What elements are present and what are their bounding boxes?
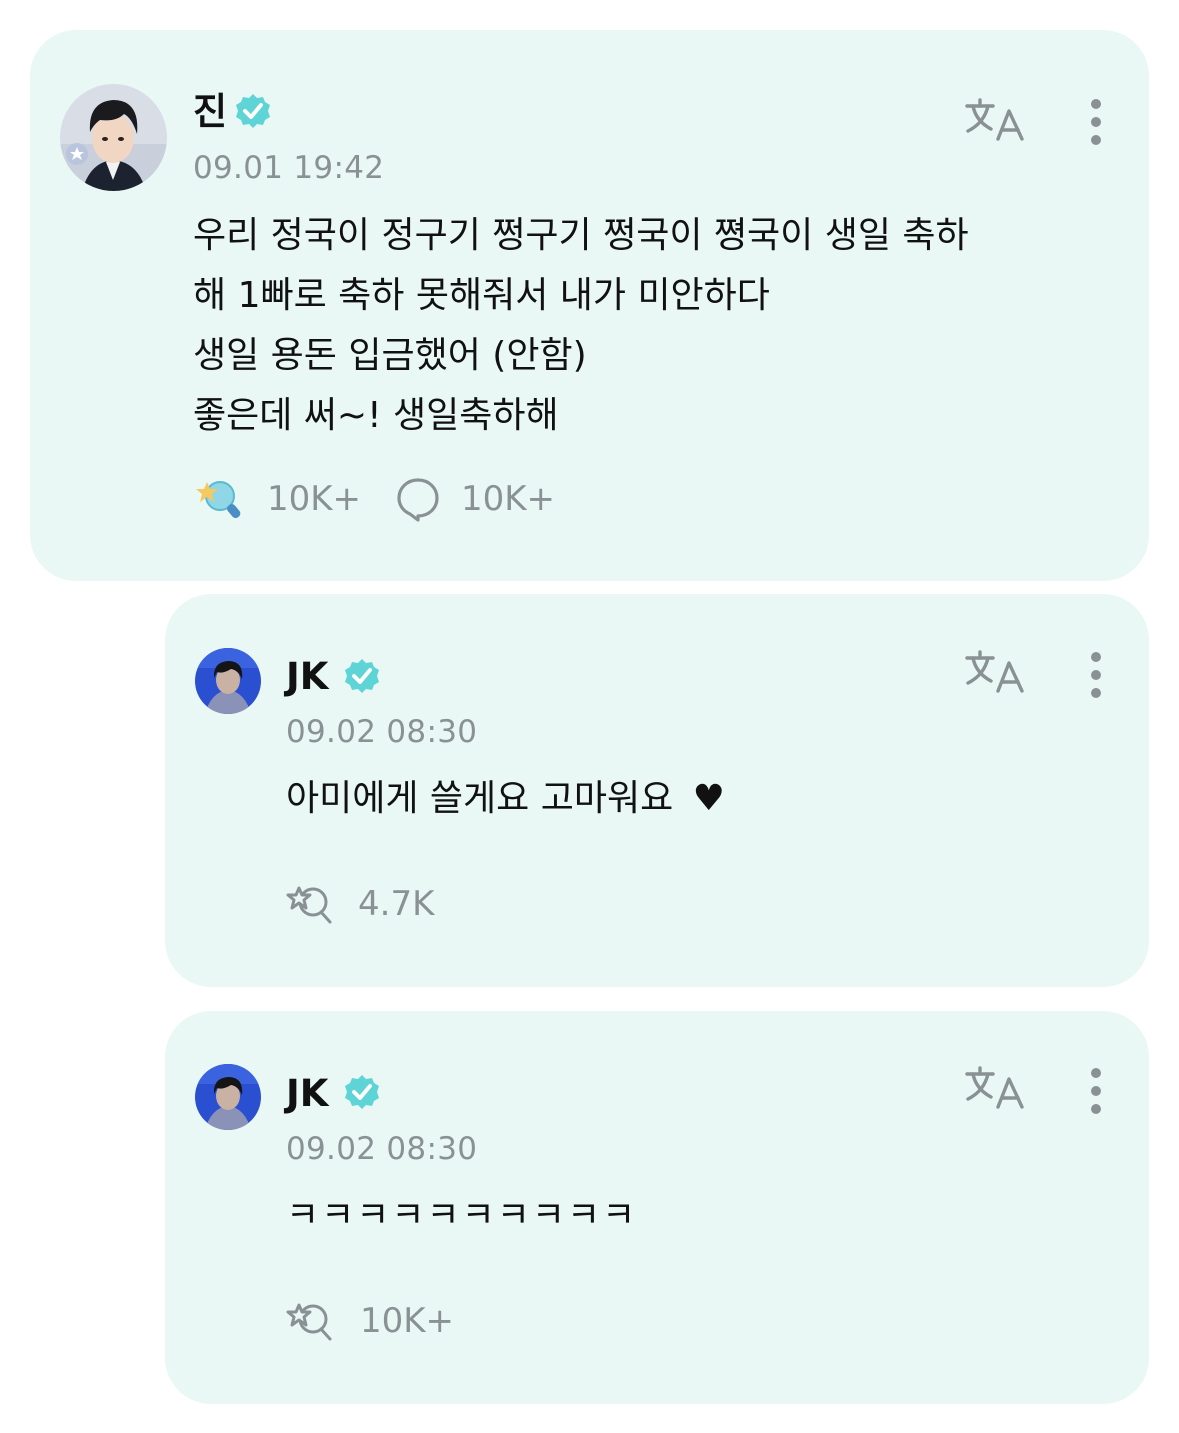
star-lightstick-outline-icon[interactable] [286, 1297, 338, 1345]
post-body-line: 우리 정국이 정구기 쩡구기 쩡국이 쪙국이 생일 축하 [193, 215, 969, 256]
comment-count: 10K+ [461, 479, 556, 519]
translate-icon[interactable] [964, 649, 1026, 695]
post-body-line: 해 1빠로 축하 못해줘서 내가 미안하다 [193, 275, 770, 316]
star-lightstick-outline-icon[interactable] [286, 880, 338, 928]
post-body-line: 생일 용돈 입금했어 (안함) [193, 335, 587, 376]
author-avatar[interactable] [195, 1064, 261, 1130]
more-options-icon[interactable] [1088, 98, 1104, 146]
post-body-text: 아미에게 쓸게요 고마워요 [286, 778, 674, 819]
translate-icon[interactable] [964, 97, 1026, 143]
colored-star-lightstick-icon[interactable] [193, 474, 245, 522]
verified-badge-icon [345, 1075, 379, 1109]
verified-badge-icon [236, 94, 270, 128]
translate-icon[interactable] [964, 1065, 1026, 1111]
post-body: 우리 정국이 정구기 쩡구기 쩡국이 쪙국이 생일 축하 해 1빠로 축하 못해… [193, 206, 969, 446]
author-avatar[interactable] [60, 84, 167, 191]
post-body: 아미에게 쓸게요 고마워요 ♥ [286, 769, 725, 829]
post-body: ㅋㅋㅋㅋㅋㅋㅋㅋㅋㅋ [286, 1186, 637, 1246]
post-timestamp: 09.02 08:30 [286, 1131, 478, 1167]
heart-emoji: ♥ [692, 778, 725, 819]
post-timestamp: 09.02 08:30 [286, 714, 478, 750]
author-avatar[interactable] [195, 648, 261, 714]
like-count: 10K+ [267, 479, 362, 519]
more-options-icon[interactable] [1088, 651, 1104, 699]
speech-bubble-icon[interactable] [395, 476, 441, 522]
author-name[interactable]: JK [286, 1075, 328, 1112]
post-body-line: 좋은데 써~! 생일축하해 [193, 395, 559, 436]
author-name[interactable]: JK [286, 658, 328, 695]
author-name[interactable]: 진 [193, 93, 227, 130]
post-timestamp: 09.01 19:42 [193, 150, 385, 186]
more-options-icon[interactable] [1088, 1067, 1104, 1115]
like-count: 4.7K [358, 884, 435, 924]
verified-badge-icon [345, 659, 379, 693]
like-count: 10K+ [360, 1301, 455, 1341]
post-body-text: ㅋㅋㅋㅋㅋㅋㅋㅋㅋㅋ [286, 1195, 638, 1236]
